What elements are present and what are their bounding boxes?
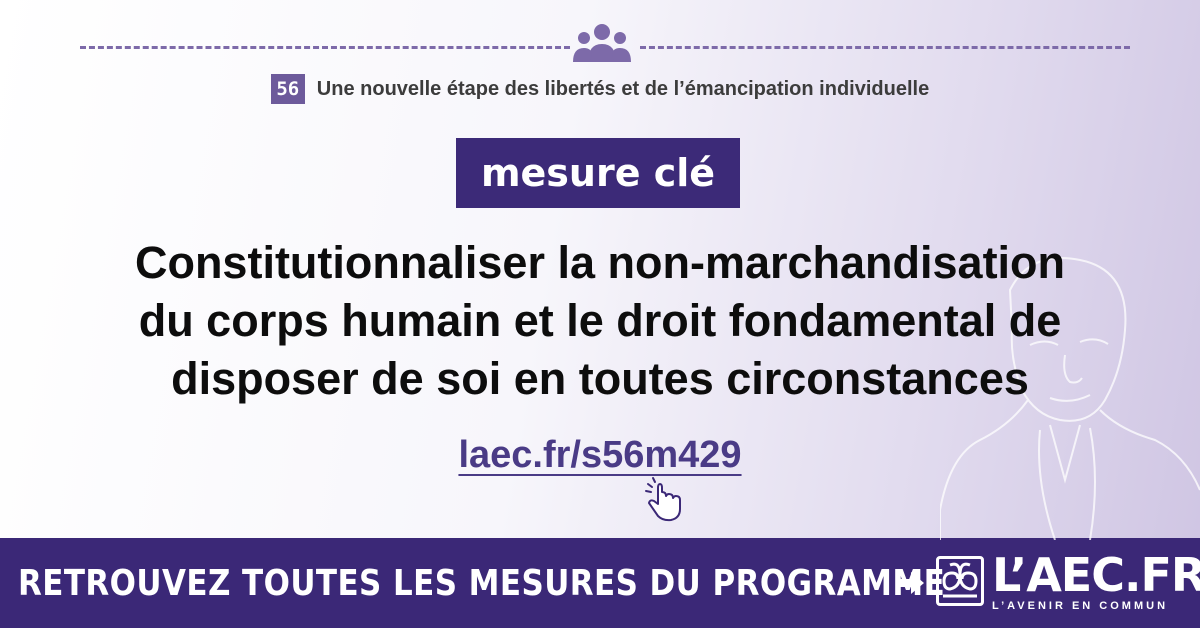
headline-line-1: Constitutionnaliser la non-marchandisati… (134, 237, 1066, 288)
short-link-container: laec.fr/s56m429 (0, 434, 1200, 477)
people-group-icon (573, 24, 631, 62)
headline: Constitutionnaliser la non-marchandisati… (40, 234, 1160, 408)
brand-tagline: L’AVENIR EN COMMUN (992, 600, 1169, 612)
headline-line-2: du corps humain et le droit fondamental … (138, 295, 1062, 346)
top-divider-left (80, 46, 570, 49)
footer-cta[interactable]: RETROUVEZ TOUTES LES MESURES DU PROGRAMM… (18, 563, 945, 604)
headline-line-3: disposer de soi en toutes circonstances (171, 353, 1029, 404)
book-logo-icon (936, 556, 984, 606)
arrow-right-icon (898, 572, 924, 594)
chapter-number-badge: 56 (270, 74, 305, 104)
top-divider-right (640, 46, 1130, 49)
chapter-header: 56 Une nouvelle étape des libertés et de… (0, 74, 1200, 104)
short-link[interactable]: laec.fr/s56m429 (458, 434, 741, 476)
pointing-hand-icon (645, 477, 681, 522)
chapter-title: Une nouvelle étape des libertés et de l’… (316, 77, 930, 100)
key-measure-badge: mesure clé (456, 138, 740, 208)
brand-logo-text[interactable]: L’AEC.FR (992, 552, 1200, 598)
